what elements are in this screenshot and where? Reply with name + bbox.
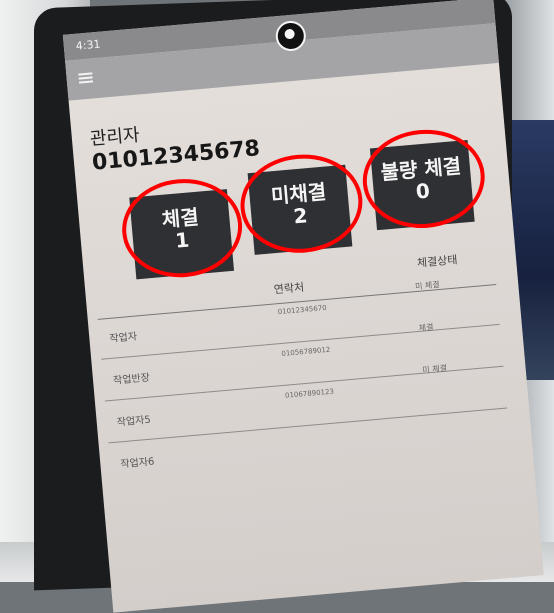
column-contact: 연락처 — [273, 280, 305, 297]
tablet-screen: 4:31 관리자 01012345678 체결 1 미채결 2 불량 체결 0 … — [62, 0, 544, 613]
worker-status: 미 체결 — [414, 279, 441, 292]
worker-phone: 01056789012 — [281, 345, 331, 358]
worker-name: 작업반장 — [112, 372, 151, 387]
worker-phone: 01012345670 — [277, 303, 327, 317]
worker-name: 작업자5 — [116, 414, 152, 429]
worker-name: 작업자 — [109, 331, 138, 345]
column-status: 체결상태 — [416, 253, 458, 270]
worker-name: 작업자6 — [120, 456, 155, 471]
menu-icon[interactable] — [78, 72, 94, 84]
worker-phone: 01067890123 — [284, 387, 335, 400]
worker-status: 미 체결 — [422, 363, 448, 375]
worker-status: 체결 — [418, 322, 434, 333]
status-time: 4:31 — [75, 37, 102, 53]
